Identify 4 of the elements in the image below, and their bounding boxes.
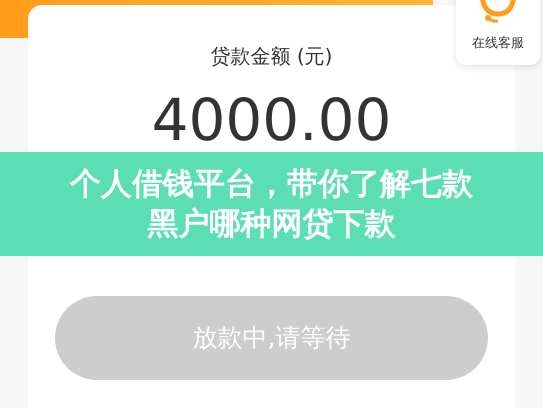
banner-title: 个人借钱平台，带你了解七款黑户哪种网贷下款 <box>68 164 474 244</box>
amount-label: 贷款金额 (元) <box>210 43 332 70</box>
loan-amount: 4000.00 <box>152 89 392 153</box>
customer-service-button[interactable]: 在线客服 <box>456 0 540 65</box>
